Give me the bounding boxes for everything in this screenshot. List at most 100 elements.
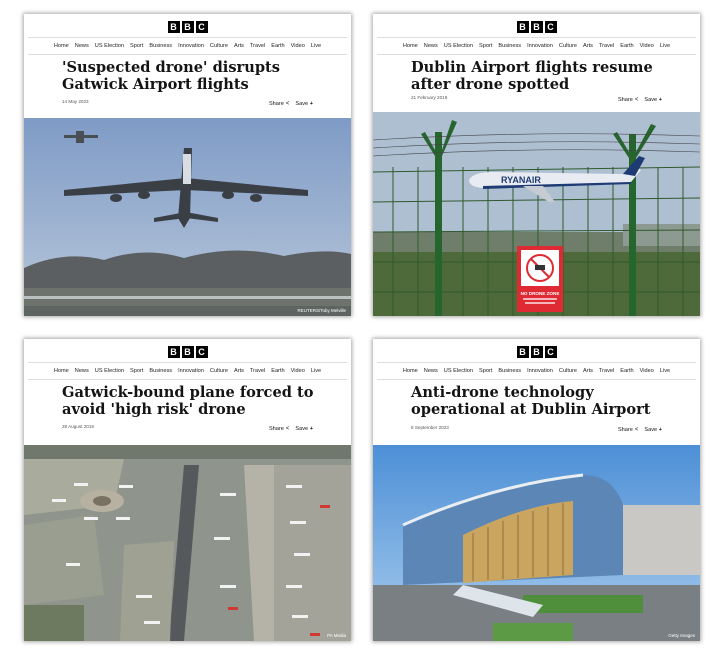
bbc-logo[interactable]: B B C bbox=[24, 346, 351, 358]
nav-business[interactable]: Business bbox=[498, 368, 521, 374]
logo-letter: B bbox=[181, 346, 194, 358]
article-date: 14 May 2023 bbox=[62, 99, 89, 104]
save-label: Save bbox=[295, 101, 309, 107]
nav-news[interactable]: News bbox=[424, 43, 438, 49]
nav-travel[interactable]: Travel bbox=[250, 368, 265, 374]
nav-video[interactable]: Video bbox=[291, 368, 305, 374]
nav-arts[interactable]: Arts bbox=[583, 368, 593, 374]
logo-letter: B bbox=[167, 21, 180, 33]
nav-live[interactable]: Live bbox=[311, 368, 321, 374]
save-label: Save bbox=[644, 97, 658, 103]
nav-us-election[interactable]: US Election bbox=[444, 43, 473, 49]
share-icon: < bbox=[285, 101, 290, 107]
nav-business[interactable]: Business bbox=[149, 43, 172, 49]
nav-news[interactable]: News bbox=[424, 368, 438, 374]
nav-culture[interactable]: Culture bbox=[210, 43, 228, 49]
nav-home[interactable]: Home bbox=[54, 368, 69, 374]
nav-innovation[interactable]: Innovation bbox=[178, 368, 204, 374]
jet-takeoff-photo: REUTERS/Toby Melville bbox=[24, 118, 351, 316]
nav-earth[interactable]: Earth bbox=[620, 43, 633, 49]
nav-home[interactable]: Home bbox=[403, 368, 418, 374]
share-button[interactable]: Share < bbox=[618, 427, 638, 433]
article-headline: 'Suspected drone' disrupts Gatwick Airpo… bbox=[62, 59, 281, 93]
logo-letter: B bbox=[516, 21, 529, 33]
nav-innovation[interactable]: Innovation bbox=[178, 43, 204, 49]
nav-arts[interactable]: Arts bbox=[234, 43, 244, 49]
nav-innovation[interactable]: Innovation bbox=[527, 43, 553, 49]
article-actions: Share < Save + bbox=[269, 101, 313, 107]
nav-arts[interactable]: Arts bbox=[234, 368, 244, 374]
plus-icon: + bbox=[309, 426, 313, 432]
main-nav: Home News US Election Sport Business Inn… bbox=[28, 37, 347, 55]
save-label: Save bbox=[644, 427, 658, 433]
nav-video[interactable]: Video bbox=[640, 368, 654, 374]
nav-us-election[interactable]: US Election bbox=[444, 368, 473, 374]
article-photo: RYANAIR NO DRONE ZONE bbox=[373, 112, 700, 316]
article-card-anti-drone: B B C Home News US Election Sport Busine… bbox=[373, 339, 700, 641]
save-button[interactable]: Save + bbox=[644, 427, 662, 433]
share-label: Share bbox=[617, 97, 633, 103]
main-nav: Home News US Election Sport Business Inn… bbox=[377, 37, 696, 55]
nav-culture[interactable]: Culture bbox=[210, 368, 228, 374]
nav-business[interactable]: Business bbox=[498, 43, 521, 49]
photo-credit: PA Media bbox=[327, 633, 346, 638]
bbc-logo[interactable]: B B C bbox=[373, 346, 700, 358]
article-card-gatwick-bound: B B C Home News US Election Sport Busine… bbox=[24, 339, 351, 641]
nav-us-election[interactable]: US Election bbox=[95, 368, 124, 374]
logo-letter: B bbox=[516, 346, 529, 358]
share-button[interactable]: Share < bbox=[269, 101, 289, 107]
fence-plane-photo: RYANAIR NO DRONE ZONE bbox=[373, 112, 700, 316]
nav-culture[interactable]: Culture bbox=[559, 368, 577, 374]
nav-travel[interactable]: Travel bbox=[250, 43, 265, 49]
main-nav: Home News US Election Sport Business Inn… bbox=[28, 362, 347, 380]
nav-business[interactable]: Business bbox=[149, 368, 172, 374]
nav-us-election[interactable]: US Election bbox=[95, 43, 124, 49]
share-button[interactable]: Share < bbox=[269, 426, 289, 432]
nav-earth[interactable]: Earth bbox=[271, 43, 284, 49]
article-date: 21 February 2019 bbox=[411, 95, 448, 100]
nav-live[interactable]: Live bbox=[660, 43, 670, 49]
nav-video[interactable]: Video bbox=[291, 43, 305, 49]
nav-travel[interactable]: Travel bbox=[599, 43, 614, 49]
share-label: Share bbox=[268, 101, 284, 107]
save-button[interactable]: Save + bbox=[295, 426, 313, 432]
nav-earth[interactable]: Earth bbox=[271, 368, 284, 374]
no-drone-sign: NO DRONE ZONE bbox=[517, 246, 563, 312]
nav-news[interactable]: News bbox=[75, 368, 89, 374]
photo-credit: REUTERS/Toby Melville bbox=[297, 308, 346, 313]
save-button[interactable]: Save + bbox=[295, 101, 313, 107]
save-label: Save bbox=[295, 426, 309, 432]
plus-icon: + bbox=[658, 427, 662, 433]
nav-sport[interactable]: Sport bbox=[130, 43, 143, 49]
share-icon: < bbox=[634, 97, 639, 103]
nav-earth[interactable]: Earth bbox=[620, 368, 633, 374]
article-actions: Share < Save + bbox=[618, 97, 662, 103]
nav-sport[interactable]: Sport bbox=[130, 368, 143, 374]
nav-travel[interactable]: Travel bbox=[599, 368, 614, 374]
sign-title: NO DRONE ZONE bbox=[521, 291, 560, 296]
nav-arts[interactable]: Arts bbox=[583, 43, 593, 49]
nav-culture[interactable]: Culture bbox=[559, 43, 577, 49]
nav-news[interactable]: News bbox=[75, 43, 89, 49]
article-actions: Share < Save + bbox=[618, 427, 662, 433]
nav-home[interactable]: Home bbox=[54, 43, 69, 49]
article-card-gatwick-drone: B B C Home News US Election Sport Busine… bbox=[24, 14, 351, 316]
article-actions: Share < Save + bbox=[269, 426, 313, 432]
logo-letter: C bbox=[195, 21, 208, 33]
article-photo: REUTERS/Toby Melville bbox=[24, 118, 351, 316]
nav-home[interactable]: Home bbox=[403, 43, 418, 49]
nav-video[interactable]: Video bbox=[640, 43, 654, 49]
photo-credit: Getty Images bbox=[668, 633, 696, 638]
bbc-logo[interactable]: B B C bbox=[24, 21, 351, 33]
article-photo: PA Media bbox=[24, 445, 351, 641]
share-button[interactable]: Share < bbox=[618, 97, 638, 103]
article-headline: Dublin Airport flights resume after dron… bbox=[411, 59, 653, 93]
article-headline: Anti-drone technology operational at Dub… bbox=[411, 384, 651, 418]
save-button[interactable]: Save + bbox=[644, 97, 662, 103]
bbc-logo[interactable]: B B C bbox=[373, 21, 700, 33]
nav-innovation[interactable]: Innovation bbox=[527, 368, 553, 374]
nav-live[interactable]: Live bbox=[660, 368, 670, 374]
nav-sport[interactable]: Sport bbox=[479, 368, 492, 374]
nav-sport[interactable]: Sport bbox=[479, 43, 492, 49]
nav-live[interactable]: Live bbox=[311, 43, 321, 49]
